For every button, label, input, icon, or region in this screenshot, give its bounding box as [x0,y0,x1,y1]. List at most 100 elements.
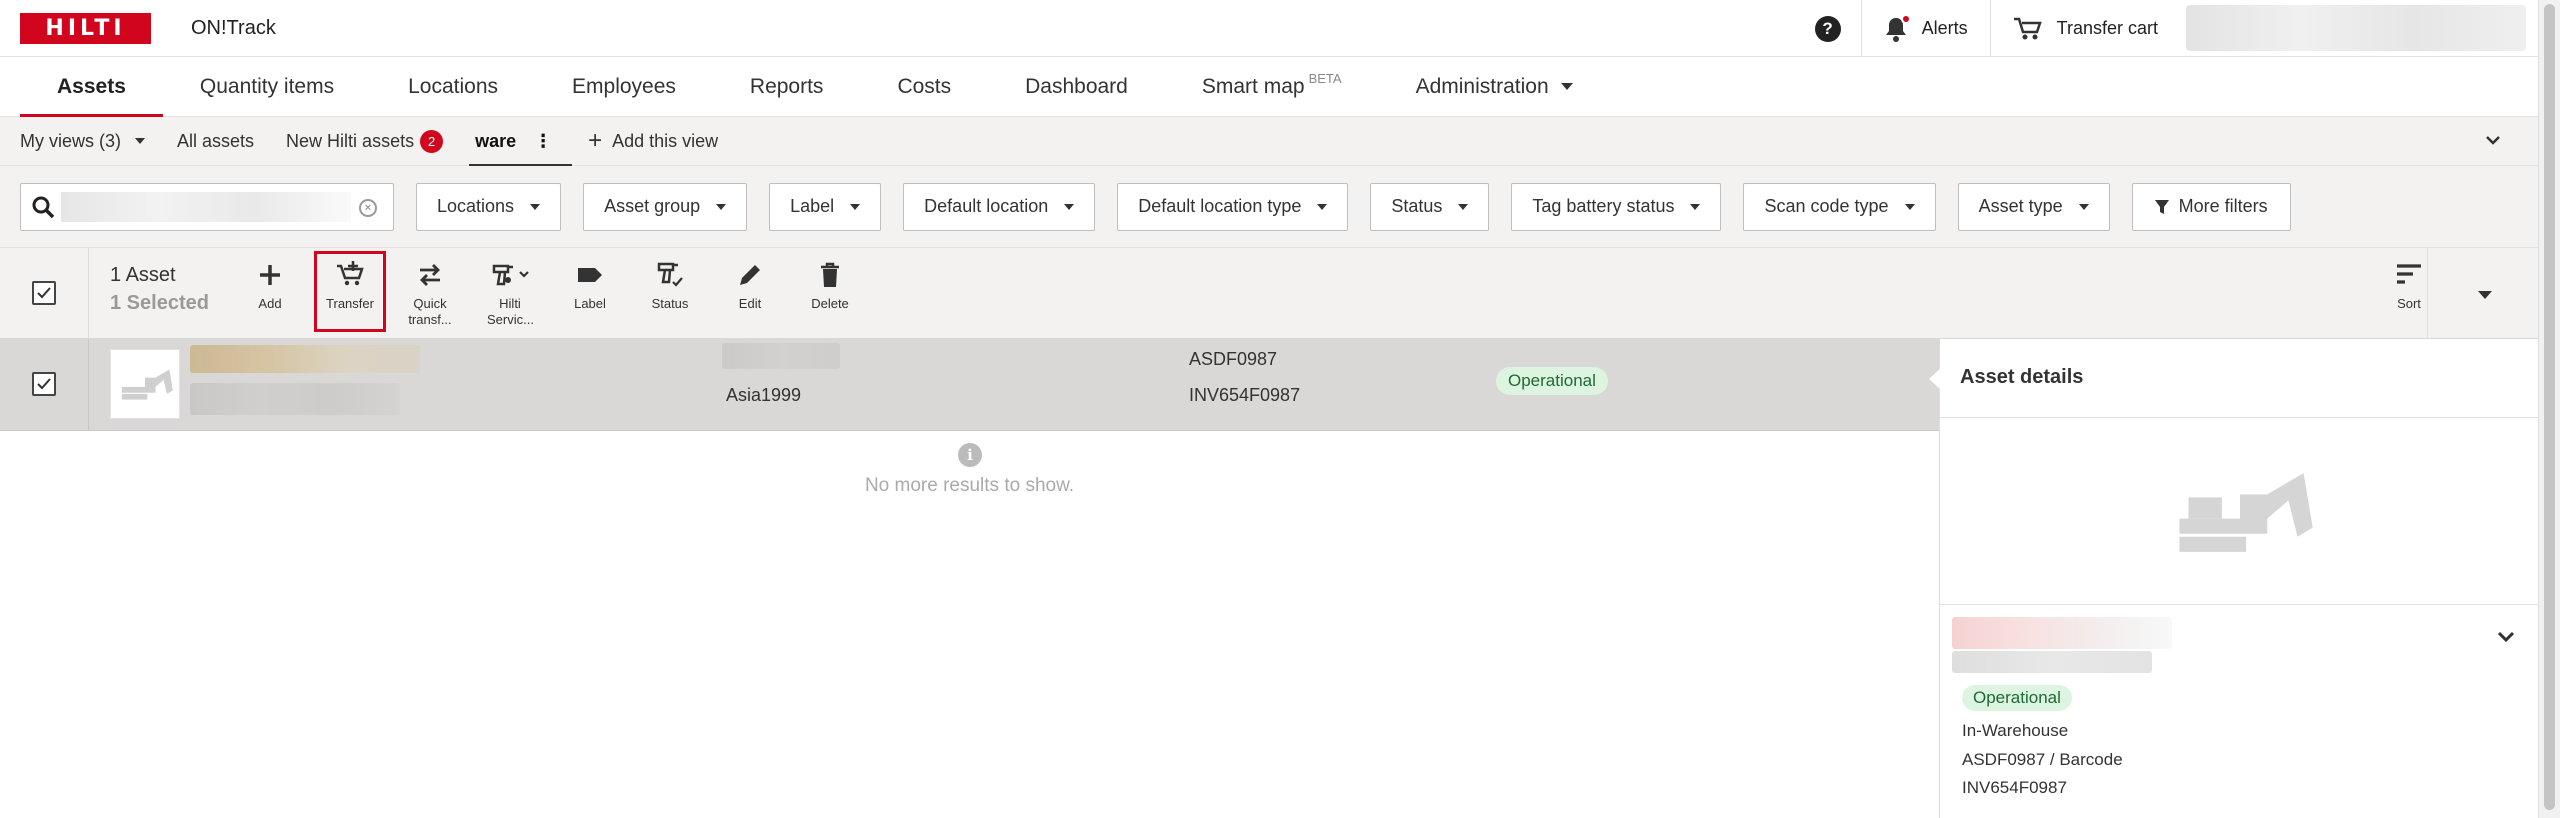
add-button[interactable]: Add [235,260,305,312]
scan-code: ASDF0987 [1189,349,1278,369]
tab-reports[interactable]: Reports [713,57,861,116]
select-all-checkbox[interactable] [32,281,56,305]
view-ware[interactable]: ware ⋮ [469,117,573,167]
tab-administration[interactable]: Administration [1379,57,1610,116]
plus-icon [260,265,280,285]
chevron-down-icon [716,203,727,210]
search-icon [32,196,55,218]
filter-label: Default location type [1138,196,1302,216]
clear-search-icon[interactable]: × [359,198,377,217]
search-input[interactable] [61,191,351,222]
tab-label: Dashboard [1025,74,1128,98]
tab-locations[interactable]: Locations [371,57,535,116]
view-label: ware [475,130,517,151]
more-filters-label: More filters [2178,196,2268,216]
action-label: Label [574,296,606,311]
alerts-button[interactable]: Alerts [1860,0,1990,57]
sort-button[interactable]: Sort [2374,260,2444,312]
status-badge: Operational [1962,685,2072,711]
tab-label: Reports [749,74,824,98]
tab-smart-map[interactable]: Smart map BETA [1165,57,1379,116]
selected-count: 1 Selected [110,292,209,314]
tag-icon [578,268,602,282]
tool-status-icon [657,262,683,287]
asset-details-panel: Asset details Operational In-Warehouse A… [1929,339,2539,818]
filter-asset-group[interactable]: Asset group [583,182,748,231]
scan-code-type: ASDF0987 / Barcode [1962,750,2123,769]
asset-name-redacted [1952,617,2172,649]
tab-assets[interactable]: Assets [20,57,163,117]
filter-default-location-type[interactable]: Default location type [1117,182,1349,231]
beta-tag: BETA [1308,71,1342,86]
list-end-area: i No more results to show. [0,431,1939,818]
asset-model-redacted [190,383,400,415]
tab-employees[interactable]: Employees [535,57,713,116]
scrollbar-thumb[interactable] [2544,4,2555,810]
more-filters-button[interactable]: More filters [2131,182,2291,231]
divider [88,339,89,431]
asset-image [1940,418,2539,604]
my-views-label: My views (3) [20,130,122,151]
my-views-dropdown[interactable]: My views (3) [20,117,146,166]
edit-button[interactable]: Edit [715,260,785,312]
tab-label: Locations [408,74,499,98]
chevron-down-icon [1904,203,1915,210]
filter-scan-code-type[interactable]: Scan code type [1743,182,1936,231]
header-actions: ? Alerts Transfer cart [1795,0,2538,57]
transfer-cart-button[interactable]: Transfer cart [1989,0,2180,57]
action-bar-menu-button[interactable] [2478,286,2492,304]
label-button[interactable]: Label [555,260,625,312]
tab-dashboard[interactable]: Dashboard [988,57,1165,116]
delete-button[interactable]: Delete [795,260,865,312]
asset-count: 1 Asset [110,264,176,286]
selection-summary: 1 Asset 1 Selected [110,264,209,315]
location-code: Asia1999 [726,385,802,405]
asset-model-redacted [1952,651,2152,673]
collapse-views-button[interactable] [2484,131,2502,154]
chevron-down-icon [2478,291,2492,299]
filter-label-text: Label [790,196,835,216]
hilti-service-button[interactable]: Hilti Servic... [475,260,545,327]
filter-tag-battery-status[interactable]: Tag battery status [1511,182,1722,231]
view-label: New Hilti assets [286,130,415,151]
asset-thumbnail [110,349,180,419]
filter-default-location[interactable]: Default location [903,182,1096,231]
chevron-down-icon [1458,203,1469,210]
row-checkbox[interactable] [32,372,56,396]
view-new-hilti-assets[interactable]: New Hilti assets 2 [286,117,444,166]
info-icon: i [958,443,982,467]
tab-label: Administration [1415,74,1549,98]
excavator-icon [2178,473,2313,552]
add-this-view-button[interactable]: + Add this view [588,117,718,166]
tab-label: Quantity items [199,74,335,98]
filter-label[interactable]: Label [769,182,882,231]
filter-label: Scan code type [1764,196,1889,216]
funnel-icon [2154,199,2169,214]
user-menu[interactable] [2186,5,2526,51]
view-all-assets[interactable]: All assets [177,117,254,166]
chevron-down-icon [2486,136,2500,145]
filter-label: Asset group [604,196,701,216]
table-row[interactable]: Asia1999 ASDF0987 INV654F0987 Operationa… [0,339,1939,431]
location-name-redacted [722,343,840,369]
check-icon [37,378,51,390]
status-button[interactable]: Status [635,260,705,312]
inventory-number: INV654F0987 [1189,385,1301,405]
transfer-button[interactable]: Transfer [314,251,386,332]
hilti-logo[interactable]: HILTI [20,12,151,44]
quick-transfer-button[interactable]: Quick transf... [395,260,465,327]
filter-asset-type[interactable]: Asset type [1957,182,2110,231]
divider [1940,604,2539,605]
help-button[interactable]: ? [1795,0,1861,57]
app-name: ON!Track [191,16,276,39]
tab-costs[interactable]: Costs [860,57,988,116]
expand-details-button[interactable] [2495,626,2517,653]
vertical-scrollbar[interactable] [2538,0,2560,818]
filter-label: Default location [924,196,1049,216]
filter-locations[interactable]: Locations [416,182,562,231]
action-label: Hilti Servic... [487,296,533,327]
trash-icon [821,262,839,287]
tab-quantity-items[interactable]: Quantity items [163,57,371,116]
kebab-menu-icon[interactable]: ⋮ [534,131,552,152]
filter-status[interactable]: Status [1370,182,1490,231]
